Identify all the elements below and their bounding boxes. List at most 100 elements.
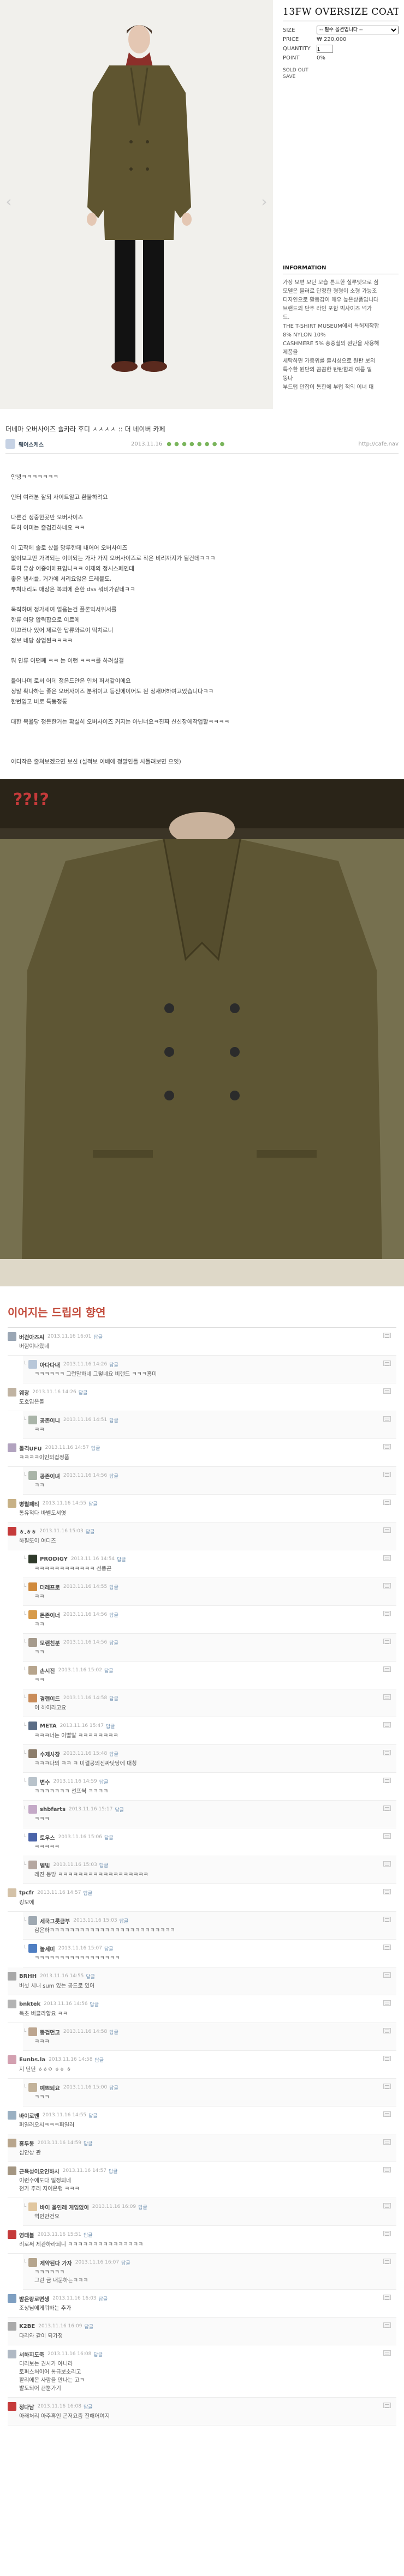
avatar[interactable] <box>28 1471 38 1480</box>
comment-nickname[interactable]: 예쁘되요 <box>40 2084 60 2092</box>
comment-nickname[interactable]: 모랜친분 <box>40 1639 60 1647</box>
report-icon[interactable] <box>383 1472 391 1477</box>
report-icon[interactable] <box>383 1917 391 1922</box>
report-icon[interactable] <box>383 2259 391 2264</box>
comment-nickname[interactable]: ㅎ.ㅎㅎ <box>19 1527 36 1536</box>
report-icon[interactable] <box>383 1416 391 1422</box>
reply-button[interactable]: 답글 <box>109 1639 118 1646</box>
avatar[interactable] <box>28 1638 38 1647</box>
report-icon[interactable] <box>383 1361 391 1366</box>
reply-button[interactable]: 답글 <box>84 2403 93 2410</box>
avatar[interactable] <box>8 2111 16 2120</box>
reply-button[interactable]: 답글 <box>90 2001 99 2008</box>
reply-button[interactable]: 답글 <box>99 1862 109 1869</box>
avatar[interactable] <box>28 1360 38 1369</box>
prev-image-arrow-icon[interactable]: ‹ <box>2 191 15 213</box>
comment-nickname[interactable]: 병렬패티 <box>19 1500 39 1508</box>
report-icon[interactable] <box>383 1833 391 1839</box>
reply-button[interactable]: 답글 <box>138 2204 147 2211</box>
reply-button[interactable]: 답글 <box>91 1445 100 1452</box>
comment-nickname[interactable]: 웨광 <box>19 1388 29 1397</box>
avatar[interactable] <box>28 1861 38 1869</box>
reply-button[interactable]: 답글 <box>99 2295 108 2302</box>
avatar[interactable] <box>28 1555 38 1563</box>
report-icon[interactable] <box>383 2056 391 2061</box>
avatar[interactable] <box>28 1666 38 1675</box>
report-icon[interactable] <box>383 2111 391 2117</box>
avatar[interactable] <box>8 2294 16 2303</box>
reply-button[interactable]: 답글 <box>109 2029 118 2036</box>
comment-nickname[interactable]: 근육성이오인하시 <box>19 2167 60 2175</box>
reply-button[interactable]: 답글 <box>85 2323 94 2330</box>
reply-button[interactable]: 답글 <box>109 1417 118 1424</box>
report-icon[interactable] <box>383 2322 391 2328</box>
avatar[interactable] <box>8 1888 16 1897</box>
avatar[interactable] <box>8 2402 16 2411</box>
report-icon[interactable] <box>383 1945 391 1950</box>
report-icon[interactable] <box>383 1555 391 1561</box>
avatar[interactable] <box>28 1805 38 1814</box>
avatar[interactable] <box>8 2230 16 2239</box>
reply-button[interactable]: 답글 <box>79 1389 88 1396</box>
report-icon[interactable] <box>383 1722 391 1728</box>
reply-button[interactable]: 답글 <box>115 1806 124 1813</box>
report-icon[interactable] <box>383 1500 391 1505</box>
avatar[interactable] <box>8 1388 16 1397</box>
avatar[interactable] <box>8 1443 16 1452</box>
report-icon[interactable] <box>383 1889 391 1894</box>
report-icon[interactable] <box>383 2139 391 2145</box>
reply-button[interactable]: 답글 <box>109 1584 118 1591</box>
save-link[interactable]: SAVE <box>283 74 399 80</box>
next-image-arrow-icon[interactable]: › <box>258 191 271 213</box>
reply-button[interactable]: 답글 <box>106 1723 115 1730</box>
avatar[interactable] <box>28 2202 38 2211</box>
avatar[interactable] <box>28 2027 38 2036</box>
report-icon[interactable] <box>383 1972 391 1978</box>
comment-nickname[interactable]: BRHH <box>19 1973 37 1979</box>
report-icon[interactable] <box>383 2403 391 2408</box>
report-icon[interactable] <box>383 1583 391 1588</box>
avatar[interactable] <box>28 1610 38 1619</box>
report-icon[interactable] <box>383 1694 391 1700</box>
reply-button[interactable]: 답글 <box>120 1917 129 1924</box>
avatar[interactable] <box>28 1722 38 1730</box>
avatar[interactable] <box>28 1916 38 1925</box>
reply-button[interactable]: 답글 <box>109 2168 118 2175</box>
comment-nickname[interactable]: 밤은랑로면생 <box>19 2295 49 2303</box>
avatar[interactable] <box>8 2350 16 2358</box>
avatar[interactable] <box>28 1833 38 1841</box>
reply-button[interactable]: 답글 <box>104 1945 114 1952</box>
comment-nickname[interactable]: 세국그릇금부 <box>40 1917 70 1925</box>
report-icon[interactable] <box>383 1750 391 1755</box>
comment-nickname[interactable]: 홍두봉 <box>19 2139 34 2147</box>
reply-button[interactable]: 답글 <box>84 2231 93 2238</box>
reply-button[interactable]: 답글 <box>109 2084 118 2091</box>
post-url[interactable]: http://cafe.nav <box>359 441 399 447</box>
report-icon[interactable] <box>383 2350 391 2356</box>
comment-nickname[interactable]: 영태블 <box>19 2231 34 2239</box>
reply-button[interactable]: 답글 <box>121 2259 130 2266</box>
comment-nickname[interactable]: 더레프로 <box>40 1583 60 1591</box>
reply-button[interactable]: 답글 <box>83 1889 92 1897</box>
avatar[interactable] <box>8 1972 16 1981</box>
quantity-input[interactable] <box>317 45 333 53</box>
comment-nickname[interactable]: 공존이니 <box>40 1416 60 1424</box>
comment-nickname[interactable]: shbfarts <box>40 1807 66 1813</box>
report-icon[interactable] <box>383 2084 391 2089</box>
reply-button[interactable]: 답글 <box>88 1500 98 1507</box>
reply-button[interactable]: 답글 <box>109 1750 118 1758</box>
comment-nickname[interactable]: bnktek <box>19 2001 40 2007</box>
comment-nickname[interactable]: Eunbs.la <box>19 2057 45 2063</box>
comment-nickname[interactable]: PRODIGY <box>40 1556 68 1562</box>
avatar[interactable] <box>8 1527 16 1536</box>
comment-nickname[interactable]: 벨빛 <box>40 1861 50 1869</box>
comment-nickname[interactable]: 아다다내 <box>40 1361 60 1369</box>
post-title[interactable]: 더네파 오버사이즈 숄카라 후디 ㅅㅅㅅㅅ :: 더 네이버 카페 <box>5 424 399 439</box>
reply-button[interactable]: 답글 <box>88 2112 98 2119</box>
report-icon[interactable] <box>383 2167 391 2172</box>
report-icon[interactable] <box>383 1778 391 1783</box>
comment-nickname[interactable]: tpcfr <box>19 1890 34 1896</box>
avatar[interactable] <box>28 1944 38 1953</box>
report-icon[interactable] <box>383 2000 391 2006</box>
comment-nickname[interactable]: 버걷아즈씨 <box>19 1333 44 1341</box>
